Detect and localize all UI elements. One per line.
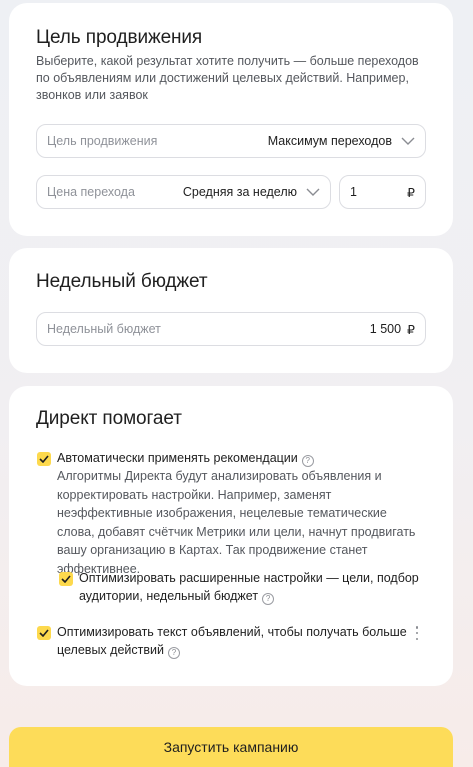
price-currency: ₽ bbox=[407, 185, 415, 200]
goal-card-title: Цель продвижения bbox=[36, 27, 203, 48]
budget-card-title: Недельный бюджет bbox=[36, 271, 208, 292]
budget-value: 1 500 bbox=[369, 322, 402, 336]
ad-text-label-row: Оптимизировать текст объявлений, чтобы п… bbox=[57, 623, 412, 659]
advanced-settings-checkbox[interactable] bbox=[59, 572, 73, 586]
advanced-settings-label: Оптимизировать расширенные настройки — ц… bbox=[79, 571, 419, 603]
help-icon[interactable]: ? bbox=[301, 455, 314, 467]
price-select[interactable]: Цена перехода Средняя за неделю bbox=[36, 175, 331, 209]
launch-campaign-label: Запустить кампанию bbox=[163, 739, 299, 755]
weekly-budget-field[interactable]: Недельный бюджет 1 500 ₽ bbox=[36, 312, 426, 346]
price-select-placeholder: Цена перехода bbox=[47, 185, 135, 199]
recommendations-description: Алгоритмы Директа будут анализировать об… bbox=[57, 469, 416, 576]
budget-placeholder: Недельный бюджет bbox=[47, 322, 161, 336]
check-icon bbox=[61, 575, 71, 583]
goal-select[interactable]: Цель продвижения Максимум переходов bbox=[36, 124, 426, 158]
ad-text-label: Оптимизировать текст объявлений, чтобы п… bbox=[57, 625, 407, 657]
recommendations-checkbox[interactable] bbox=[37, 452, 51, 466]
goal-card: Цель продвижения Выберите, какой результ… bbox=[9, 3, 453, 236]
ad-text-checkbox[interactable] bbox=[37, 626, 51, 640]
price-input-value: 1 bbox=[350, 185, 357, 199]
direct-helps-card: Директ помогает Автоматически применять … bbox=[9, 386, 453, 686]
price-input[interactable]: 1 ₽ bbox=[339, 175, 426, 209]
goal-card-description: Выберите, какой результат хотите получит… bbox=[36, 54, 419, 102]
price-select-value: Средняя за неделю bbox=[182, 185, 297, 199]
chevron-down-icon bbox=[401, 137, 415, 145]
direct-helps-title: Директ помогает bbox=[36, 408, 182, 429]
help-icon[interactable]: ? bbox=[167, 647, 180, 659]
check-icon bbox=[39, 629, 49, 637]
advanced-settings-label-row: Оптимизировать расширенные настройки — ц… bbox=[79, 569, 419, 605]
goal-select-placeholder: Цель продвижения bbox=[47, 134, 158, 148]
budget-card: Недельный бюджет Недельный бюджет 1 500 … bbox=[9, 248, 453, 373]
recommendations-label-row: Автоматически применять рекомендации? bbox=[57, 450, 314, 467]
goal-select-value: Максимум переходов bbox=[267, 134, 392, 148]
launch-campaign-button[interactable]: Запустить кампанию bbox=[9, 727, 453, 767]
chevron-down-icon bbox=[306, 188, 320, 196]
more-options-icon[interactable] bbox=[415, 626, 419, 640]
check-icon bbox=[39, 455, 49, 463]
recommendations-label: Автоматически применять рекомендации bbox=[57, 451, 298, 465]
help-icon[interactable]: ? bbox=[262, 593, 275, 605]
budget-currency: ₽ bbox=[407, 322, 415, 337]
